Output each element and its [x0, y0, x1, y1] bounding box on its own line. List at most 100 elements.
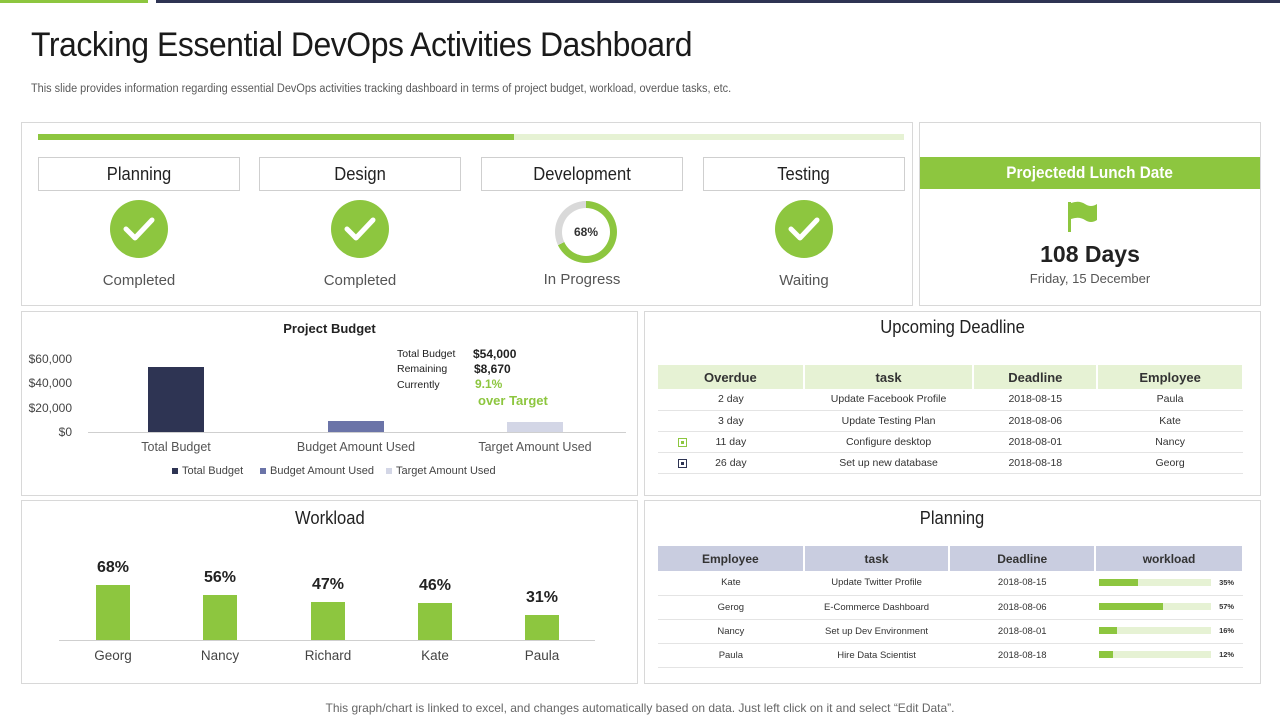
deadline-cell: 2018-08-15 [949, 571, 1096, 596]
table-row[interactable]: 2 day Update Facebook Profile 2018-08-15… [658, 389, 1243, 411]
column-header[interactable]: workload [1095, 546, 1244, 571]
workload-percent: 57% [1219, 602, 1235, 612]
table-row[interactable]: Kate Update Twitter Profile 2018-08-15 3… [658, 571, 1243, 596]
workload-name: Richard [304, 648, 352, 663]
employee-cell: Nancy [658, 619, 804, 644]
check-icon [331, 200, 389, 258]
stages-panel: Planning Completed Design Completed Deve… [21, 122, 913, 306]
flag-icon [1068, 201, 1097, 232]
overall-progress-bar [38, 134, 904, 140]
launch-date: Friday, 15 December [1029, 271, 1151, 286]
task-cell: E-Commerce Dashboard [803, 595, 950, 620]
budget-bar-used [328, 421, 384, 432]
employee-cell: Kate [1097, 410, 1243, 432]
budget-x-axis [88, 432, 626, 433]
y-tick-label: $60,000 [28, 352, 72, 366]
table-row[interactable]: Nancy Set up Dev Environment 2018-08-01 … [658, 619, 1243, 644]
workload-name: Nancy [200, 648, 240, 663]
legend-item: Total Budget [172, 465, 243, 477]
legend-item: Budget Amount Used [260, 465, 374, 477]
y-tick-label: $40,000 [28, 376, 72, 390]
workload-bar [525, 615, 559, 640]
status-marker-icon [678, 458, 687, 468]
workload-cell: 16% [1095, 619, 1243, 644]
launch-date-header: Projectedd Lunch Date [920, 157, 1260, 189]
employee-cell: Paula [1097, 389, 1243, 411]
task-cell: Update Testing Plan [803, 410, 974, 432]
check-icon [110, 200, 168, 258]
workload-name: Georg [94, 648, 132, 663]
employee-cell: Kate [658, 571, 804, 596]
workload-progress-bar [1099, 627, 1212, 635]
deadline-cell: 2018-08-01 [973, 431, 1098, 453]
launch-days: 108 Days [1040, 241, 1140, 267]
workload-bar [96, 585, 130, 640]
stage-status: In Progress [543, 271, 621, 288]
summary-total-label: Total Budget [397, 348, 456, 360]
workload-cell: 35% [1095, 571, 1243, 596]
workload-name: Kate [421, 648, 449, 663]
stage-planning[interactable]: Planning [38, 157, 240, 191]
deadline-table: Overdue task Deadline Employee 2 day Upd… [658, 365, 1244, 474]
launch-date-panel: Projectedd Lunch Date 108 Days Friday, 1… [919, 122, 1261, 306]
employee-cell: Paula [658, 643, 804, 668]
workload-cell: 12% [1095, 643, 1243, 668]
workload-value: 31% [525, 589, 559, 606]
table-row[interactable]: Gerog E-Commerce Dashboard 2018-08-06 57… [658, 595, 1243, 620]
stage-status: Completed [102, 272, 176, 289]
workload-value: 68% [96, 559, 130, 576]
workload-panel: Workload 68% 56% 47% 46% 31% Georg Nancy… [21, 500, 638, 684]
deadline-cell: 2018-08-06 [949, 595, 1096, 620]
employee-cell: Nancy [1097, 431, 1243, 453]
y-tick-label: $0 [58, 425, 72, 439]
overall-progress-fill [38, 134, 515, 140]
task-cell: Hire Data Scientist [803, 643, 950, 668]
workload-percent: 12% [1219, 650, 1235, 660]
progress-percent: 68% [562, 208, 610, 256]
workload-value: 46% [418, 577, 452, 594]
stage-design[interactable]: Design [259, 157, 461, 191]
stage-development[interactable]: Development [481, 157, 683, 191]
column-header[interactable]: Employee [1097, 365, 1244, 389]
task-cell: Update Twitter Profile [803, 571, 950, 596]
summary-currently-value: 9.1% [475, 377, 503, 391]
category-label: Total Budget [141, 440, 211, 454]
summary-remaining-value: $8,670 [474, 362, 511, 376]
column-header[interactable]: Deadline [973, 365, 1099, 389]
employee-cell: Gerog [658, 595, 804, 620]
page-title: Tracking Essential DevOps Activities Das… [31, 26, 693, 64]
table-row[interactable]: Paula Hire Data Scientist 2018-08-18 12% [658, 643, 1243, 668]
workload-percent: 16% [1219, 626, 1235, 636]
workload-title: Workload [294, 508, 365, 528]
budget-bar-total [148, 367, 204, 432]
column-header[interactable]: Employee [658, 546, 805, 571]
planning-panel: Planning Employee task Deadline workload… [644, 500, 1261, 684]
table-header-row: Employee task Deadline workload [658, 546, 1244, 571]
overdue-cell: 3 day [658, 410, 804, 432]
table-row[interactable]: 26 day Set up new database 2018-08-18 Ge… [658, 452, 1243, 474]
budget-bar-target [507, 422, 563, 432]
top-accent-bar-navy [156, 0, 1280, 3]
summary-target-note: over Target [478, 393, 548, 408]
legend-item: Target Amount Used [386, 465, 496, 477]
workload-cell: 57% [1095, 595, 1243, 620]
table-row[interactable]: 11 day Configure desktop 2018-08-01 Nanc… [658, 431, 1243, 453]
stage-testing[interactable]: Testing [703, 157, 905, 191]
deadline-cell: 2018-08-18 [949, 643, 1096, 668]
column-header[interactable]: Deadline [949, 546, 1097, 571]
employee-cell: Georg [1097, 452, 1243, 474]
stage-label: Development [533, 163, 631, 184]
planning-table: Employee task Deadline workload Kate Upd… [658, 546, 1244, 668]
status-marker-icon [678, 437, 687, 447]
column-header[interactable]: Overdue [658, 365, 805, 389]
workload-bar [418, 603, 452, 640]
workload-progress-bar [1099, 603, 1212, 611]
upcoming-deadline-panel: Upcoming Deadline Overdue task Deadline … [644, 311, 1261, 496]
column-header[interactable]: task [803, 546, 951, 571]
deadline-cell: 2018-08-06 [973, 410, 1098, 432]
stage-label: Testing [777, 163, 831, 184]
column-header[interactable]: task [803, 365, 975, 389]
category-label: Target Amount Used [478, 440, 592, 454]
workload-bar [203, 595, 237, 640]
table-row[interactable]: 3 day Update Testing Plan 2018-08-06 Kat… [658, 410, 1243, 432]
